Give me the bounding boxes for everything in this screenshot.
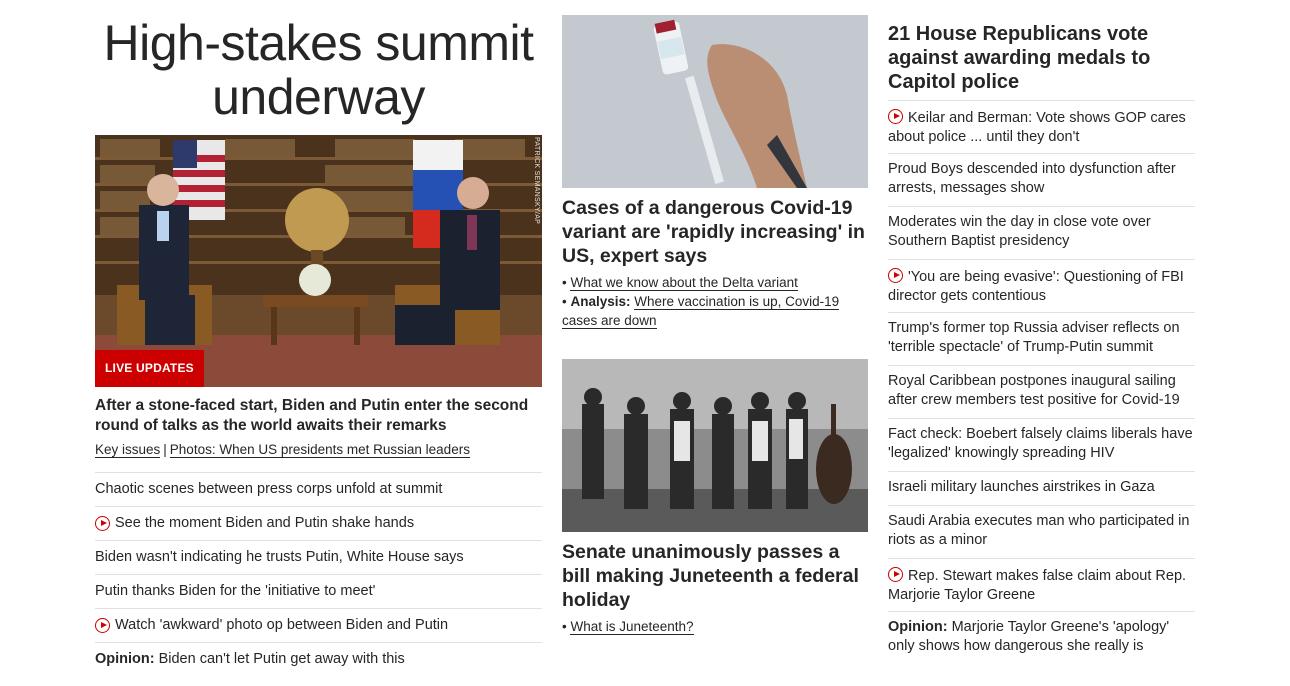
juneteenth-photo[interactable] [562, 359, 868, 532]
list-item-text[interactable]: 'You are being evasive': Questioning of … [888, 269, 1184, 304]
middle-column: Cases of a dangerous Covid-19 variant ar… [562, 0, 868, 636]
list-item-text[interactable]: Watch 'awkward' photo op between Biden a… [115, 616, 448, 635]
delta-variant-link[interactable]: What we know about the Delta variant [570, 275, 798, 291]
list-item[interactable]: Watch 'awkward' photo op between Biden a… [95, 609, 542, 643]
list-item[interactable]: Biden wasn't indicating he trusts Putin,… [95, 541, 542, 575]
list-item-text[interactable]: Moderates win the day in close vote over… [888, 214, 1151, 249]
capitol-police-headline[interactable]: 21 House Republicans vote against awardi… [888, 22, 1195, 94]
list-item-text[interactable]: Chaotic scenes between press corps unfol… [95, 480, 442, 499]
play-video-icon [95, 618, 110, 633]
photo-credit: PATRICK SEMANSKY/AP [533, 137, 540, 225]
covid-related-links: • What we know about the Delta variant •… [562, 273, 868, 330]
list-item-text[interactable]: Keilar and Berman: Vote shows GOP cares … [888, 110, 1186, 145]
what-is-juneteenth-link[interactable]: What is Juneteenth? [570, 619, 694, 635]
list-item[interactable]: Saudi Arabia executes man who participat… [888, 506, 1195, 559]
play-video-icon [888, 268, 903, 283]
bullet-item: • Analysis: Where vaccination is up, Cov… [562, 294, 840, 329]
key-issues-link[interactable]: Key issues [95, 442, 161, 458]
play-video-icon [888, 567, 903, 582]
juneteenth-related-links: • What is Juneteenth? [562, 617, 868, 636]
list-item[interactable]: Proud Boys descended into dysfunction af… [888, 154, 1195, 207]
list-item[interactable]: Fact check: Boebert falsely claims liber… [888, 419, 1195, 472]
play-video-icon [888, 109, 903, 124]
summit-related-list: Chaotic scenes between press corps unfol… [95, 472, 542, 677]
play-video-icon [95, 516, 110, 531]
list-item[interactable]: Moderates win the day in close vote over… [888, 207, 1195, 260]
list-item-text[interactable]: Proud Boys descended into dysfunction af… [888, 161, 1176, 196]
list-item-text[interactable]: See the moment Biden and Putin shake han… [115, 514, 414, 533]
list-item-text[interactable]: Israeli military launches airstrikes in … [888, 479, 1155, 495]
analysis-label: Analysis: [570, 294, 631, 309]
headline-list: Keilar and Berman: Vote shows GOP cares … [888, 100, 1195, 665]
list-item-text[interactable]: Trump's former top Russia adviser reflec… [888, 320, 1180, 355]
list-item[interactable]: See the moment Biden and Putin shake han… [95, 507, 542, 541]
list-item-text[interactable]: Rep. Stewart makes false claim about Rep… [888, 568, 1186, 603]
bullet-item: • What we know about the Delta variant [562, 275, 798, 291]
juneteenth-headline[interactable]: Senate unanimously passes a bill making … [562, 540, 868, 612]
list-item-text[interactable]: Biden can't let Putin get away with this [159, 650, 405, 669]
list-item[interactable]: Opinion: Marjorie Taylor Greene's 'apolog… [888, 612, 1195, 665]
opinion-label: Opinion: [95, 651, 155, 667]
list-item[interactable]: Opinion: Biden can't let Putin get away w… [95, 643, 542, 677]
lead-related-links: Key issues | Photos: When US presidents me… [95, 442, 470, 458]
list-item-text[interactable]: Biden wasn't indicating he trusts Putin,… [95, 548, 464, 567]
covid-variant-headline[interactable]: Cases of a dangerous Covid-19 variant ar… [562, 196, 868, 268]
opinion-label: Opinion: [888, 619, 948, 635]
list-item[interactable]: Trump's former top Russia adviser reflec… [888, 313, 1195, 366]
bullet-item: • What is Juneteenth? [562, 619, 694, 635]
photos-presidents-link[interactable]: Photos: When US presidents met Russian l… [169, 442, 470, 458]
juneteenth-illustration [562, 359, 868, 532]
list-item[interactable]: Chaotic scenes between press corps unfol… [95, 473, 542, 507]
vaccine-vial-photo[interactable] [562, 15, 868, 188]
top-story-column: High-stakes summit underway PATRICK SEMA… [95, 0, 542, 677]
lead-story-link[interactable]: After a stone-faced start, Biden and Put… [95, 396, 542, 436]
list-item-text[interactable]: Royal Caribbean postpones inaugural sail… [888, 373, 1180, 408]
list-item[interactable]: Putin thanks Biden for the 'initiative t… [95, 575, 542, 609]
right-column: 21 House Republicans vote against awardi… [888, 0, 1195, 665]
live-updates-badge[interactable]: LIVE UPDATES [95, 350, 204, 387]
list-item[interactable]: Keilar and Berman: Vote shows GOP cares … [888, 101, 1195, 154]
list-item[interactable]: Israeli military launches airstrikes in … [888, 472, 1195, 506]
list-item[interactable]: Rep. Stewart makes false claim about Rep… [888, 559, 1195, 612]
list-item[interactable]: 'You are being evasive': Questioning of … [888, 260, 1195, 313]
vaccine-vial-illustration [562, 15, 868, 188]
top-headline[interactable]: High-stakes summit underway [95, 16, 542, 134]
list-item-text[interactable]: Fact check: Boebert falsely claims liber… [888, 426, 1193, 461]
list-item[interactable]: Royal Caribbean postpones inaugural sail… [888, 366, 1195, 419]
list-item-text[interactable]: Putin thanks Biden for the 'initiative t… [95, 582, 375, 601]
list-item-text[interactable]: Saudi Arabia executes man who participat… [888, 513, 1189, 548]
summit-photo[interactable]: PATRICK SEMANSKY/AP LIVE UPDATES [95, 135, 542, 387]
